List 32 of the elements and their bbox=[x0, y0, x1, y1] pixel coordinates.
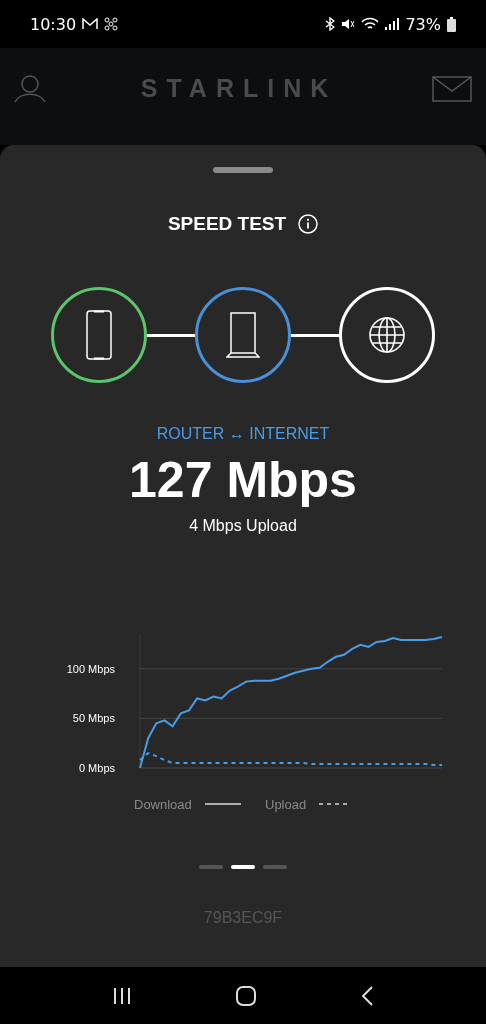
wifi-icon bbox=[361, 17, 380, 31]
router-icon bbox=[226, 312, 260, 358]
legend-label: Upload bbox=[265, 797, 307, 812]
app-logo: STARLINK bbox=[140, 74, 338, 103]
back-icon[interactable] bbox=[360, 984, 375, 1007]
globe-icon bbox=[368, 316, 406, 354]
axis-label: 0 Mbps bbox=[78, 762, 115, 774]
bluetooth-icon bbox=[325, 17, 336, 31]
home-icon[interactable] bbox=[235, 984, 257, 1007]
info-icon[interactable] bbox=[298, 214, 319, 234]
download-speed: 127 Mbps bbox=[129, 451, 357, 509]
mute-icon bbox=[341, 17, 356, 31]
signal-icon bbox=[385, 17, 400, 31]
phone-icon bbox=[86, 310, 112, 360]
sheet-title: SPEED TEST bbox=[167, 213, 287, 235]
status-time: 10:30 bbox=[30, 14, 77, 34]
legend-label: Download bbox=[134, 797, 192, 812]
page-indicator[interactable] bbox=[231, 865, 255, 869]
battery-icon bbox=[447, 16, 456, 32]
drag-handle[interactable] bbox=[213, 167, 273, 173]
connector-line bbox=[147, 333, 195, 337]
mail-icon[interactable] bbox=[432, 75, 472, 102]
segment-label: ROUTER ↔ INTERNET bbox=[156, 425, 330, 443]
fan-icon bbox=[104, 17, 119, 31]
upload-speed: 4 Mbps Upload bbox=[189, 517, 297, 535]
recents-icon[interactable] bbox=[111, 985, 132, 1006]
profile-icon[interactable] bbox=[14, 74, 46, 103]
battery-percent: 73% bbox=[405, 14, 441, 34]
legend-line bbox=[204, 803, 242, 805]
mail-icon bbox=[82, 18, 99, 30]
axis-label: 100 Mbps bbox=[66, 662, 115, 675]
axis-label: 50 Mbps bbox=[72, 712, 115, 725]
